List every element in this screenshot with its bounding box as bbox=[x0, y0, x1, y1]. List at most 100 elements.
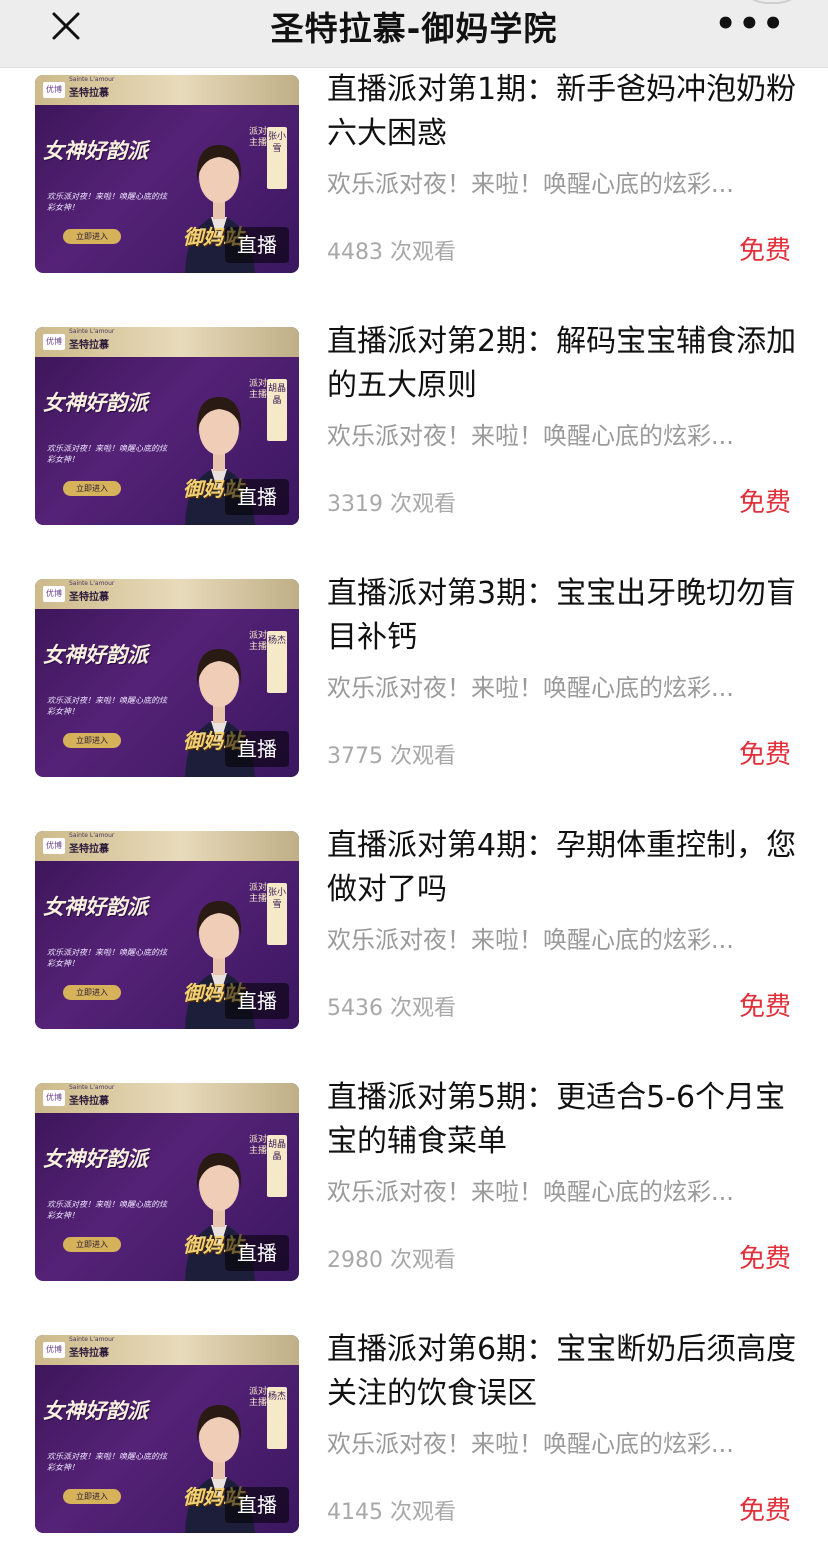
course-thumbnail: 优博 Sainte L'amour 圣特拉慕 女神好韵派 欢乐派对夜！来啦！唤醒… bbox=[35, 327, 299, 525]
brand-name: 圣特拉慕 bbox=[69, 844, 109, 855]
host-label: 派对主播 bbox=[249, 1135, 268, 1156]
course-meta: 3775 次观看 免费 bbox=[327, 738, 791, 770]
host-name: 胡晶晶 bbox=[267, 1135, 287, 1197]
enter-badge: 立即进入 bbox=[63, 229, 121, 244]
list-item[interactable]: 优博 Sainte L'amour 圣特拉慕 女神好韵派 欢乐派对夜！来啦！唤醒… bbox=[0, 320, 828, 572]
brand-subtitle: Sainte L'amour bbox=[69, 580, 115, 587]
course-thumbnail: 优博 Sainte L'amour 圣特拉慕 女神好韵派 欢乐派对夜！来啦！唤醒… bbox=[35, 831, 299, 1029]
course-thumbnail: 优博 Sainte L'amour 圣特拉慕 女神好韵派 欢乐派对夜！来啦！唤醒… bbox=[35, 1335, 299, 1533]
brand-subtitle: Sainte L'amour bbox=[69, 76, 115, 83]
host-label: 派对主播 bbox=[249, 127, 268, 148]
thumb-headline: 女神好韵派 bbox=[43, 895, 148, 919]
course-info: 直播派对第2期：解码宝宝辅食添加的五大原则 欢乐派对夜！来啦！唤醒心底的炫彩..… bbox=[327, 320, 797, 518]
brand-name: 圣特拉慕 bbox=[69, 88, 109, 99]
live-tag: 直播 bbox=[225, 1235, 289, 1271]
host-label: 派对主播 bbox=[249, 379, 268, 400]
course-meta: 4145 次观看 免费 bbox=[327, 1494, 791, 1526]
course-description: 欢乐派对夜！来啦！唤醒心底的炫彩... bbox=[327, 1430, 734, 1458]
enter-badge: 立即进入 bbox=[63, 985, 121, 1000]
course-title: 直播派对第5期：更适合5-6个月宝宝的辅食菜单 bbox=[327, 1080, 786, 1159]
price-badge: 免费 bbox=[738, 1496, 791, 1526]
thumb-headline: 女神好韵派 bbox=[43, 1147, 148, 1171]
course-info: 直播派对第3期：宝宝出牙晚切勿盲目补钙 欢乐派对夜！来啦！唤醒心底的炫彩... … bbox=[327, 572, 797, 770]
view-count: 4483 次观看 bbox=[327, 240, 456, 265]
thumb-slogan: 欢乐派对夜！来啦！唤醒心底的炫彩女神！ bbox=[47, 1200, 167, 1220]
list-item[interactable]: 优博 Sainte L'amour 圣特拉慕 女神好韵派 欢乐派对夜！来啦！唤醒… bbox=[0, 1328, 828, 1541]
host-name: 张小雪 bbox=[267, 883, 287, 945]
thumb-slogan: 欢乐派对夜！来啦！唤醒心底的炫彩女神！ bbox=[47, 1452, 167, 1472]
brand-logo: 优博 bbox=[43, 334, 65, 350]
host-label: 派对主播 bbox=[249, 883, 268, 904]
live-tag: 直播 bbox=[225, 479, 289, 515]
course-description: 欢乐派对夜！来啦！唤醒心底的炫彩... bbox=[327, 674, 734, 702]
enter-badge: 立即进入 bbox=[63, 481, 121, 496]
view-count: 2980 次观看 bbox=[327, 1248, 456, 1273]
course-description: 欢乐派对夜！来啦！唤醒心底的炫彩... bbox=[327, 170, 734, 198]
host-label: 派对主播 bbox=[249, 1387, 268, 1408]
brand-name: 圣特拉慕 bbox=[69, 340, 109, 351]
page-title: 圣特拉慕-御妈学院 bbox=[270, 9, 558, 48]
brand-logo: 优博 bbox=[43, 586, 65, 602]
thumb-slogan: 欢乐派对夜！来啦！唤醒心底的炫彩女神！ bbox=[47, 948, 167, 968]
price-badge: 免费 bbox=[738, 1244, 791, 1274]
course-description: 欢乐派对夜！来啦！唤醒心底的炫彩... bbox=[327, 926, 734, 954]
course-description: 欢乐派对夜！来啦！唤醒心底的炫彩... bbox=[327, 1178, 734, 1206]
course-title: 直播派对第2期：解码宝宝辅食添加的五大原则 bbox=[327, 324, 797, 403]
price-badge: 免费 bbox=[738, 992, 791, 1022]
brand-subtitle: Sainte L'amour bbox=[69, 1336, 115, 1343]
course-info: 直播派对第5期：更适合5-6个月宝宝的辅食菜单 欢乐派对夜！来啦！唤醒心底的炫彩… bbox=[327, 1076, 797, 1274]
course-title: 直播派对第3期：宝宝出牙晚切勿盲目补钙 bbox=[327, 576, 797, 655]
brand-subtitle: Sainte L'amour bbox=[69, 1084, 115, 1091]
brand-logo: 优博 bbox=[43, 838, 65, 854]
brand-logo: 优博 bbox=[43, 1342, 65, 1358]
enter-badge: 立即进入 bbox=[63, 1237, 121, 1252]
host-name: 张小雪 bbox=[267, 127, 287, 189]
thumb-slogan: 欢乐派对夜！来啦！唤醒心底的炫彩女神！ bbox=[47, 192, 167, 212]
brand-subtitle: Sainte L'amour bbox=[69, 832, 115, 839]
list-item[interactable]: 优博 Sainte L'amour 圣特拉慕 女神好韵派 欢乐派对夜！来啦！唤醒… bbox=[0, 1076, 828, 1328]
course-title: 直播派对第4期：孕期体重控制，您做对了吗 bbox=[327, 828, 797, 907]
thumb-headline: 女神好韵派 bbox=[43, 139, 148, 163]
brand-subtitle: Sainte L'amour bbox=[69, 328, 115, 335]
view-count: 5436 次观看 bbox=[327, 996, 456, 1021]
enter-badge: 立即进入 bbox=[63, 1489, 121, 1504]
course-title: 直播派对第6期：宝宝断奶后须高度关注的饮食误区 bbox=[327, 1332, 797, 1411]
host-name: 杨杰 bbox=[267, 1387, 287, 1449]
view-count: 3319 次观看 bbox=[327, 492, 456, 517]
course-thumbnail: 优博 Sainte L'amour 圣特拉慕 女神好韵派 欢乐派对夜！来啦！唤醒… bbox=[35, 75, 299, 273]
enter-badge: 立即进入 bbox=[63, 733, 121, 748]
price-badge: 免费 bbox=[738, 236, 791, 266]
live-tag: 直播 bbox=[225, 1487, 289, 1523]
live-tag: 直播 bbox=[225, 731, 289, 767]
course-meta: 5436 次观看 免费 bbox=[327, 990, 791, 1022]
thumb-slogan: 欢乐派对夜！来啦！唤醒心底的炫彩女神！ bbox=[47, 696, 167, 716]
course-info: 直播派对第6期：宝宝断奶后须高度关注的饮食误区 欢乐派对夜！来啦！唤醒心底的炫彩… bbox=[327, 1328, 797, 1526]
list-item[interactable]: 优博 Sainte L'amour 圣特拉慕 女神好韵派 欢乐派对夜！来啦！唤醒… bbox=[0, 572, 828, 824]
live-tag: 直播 bbox=[225, 227, 289, 263]
course-title: 直播派对第1期：新手爸妈冲泡奶粉六大困惑 bbox=[327, 72, 797, 151]
brand-logo: 优博 bbox=[43, 1090, 65, 1106]
live-tag: 直播 bbox=[225, 983, 289, 1019]
course-meta: 3319 次观看 免费 bbox=[327, 486, 791, 518]
course-info: 直播派对第4期：孕期体重控制，您做对了吗 欢乐派对夜！来啦！唤醒心底的炫彩...… bbox=[327, 824, 797, 1022]
course-meta: 2980 次观看 免费 bbox=[327, 1242, 791, 1274]
view-count: 3775 次观看 bbox=[327, 744, 456, 769]
brand-name: 圣特拉慕 bbox=[69, 592, 109, 603]
more-icon[interactable]: ••• bbox=[715, 4, 786, 44]
thumb-headline: 女神好韵派 bbox=[43, 1399, 148, 1423]
brand-name: 圣特拉慕 bbox=[69, 1096, 109, 1107]
price-badge: 免费 bbox=[738, 488, 791, 518]
nav-bar: 圣特拉慕-御妈学院 ••• bbox=[0, 0, 828, 68]
course-meta: 4483 次观看 免费 bbox=[327, 234, 791, 266]
thumb-headline: 女神好韵派 bbox=[43, 391, 148, 415]
view-count: 4145 次观看 bbox=[327, 1500, 456, 1525]
host-name: 胡晶晶 bbox=[267, 379, 287, 441]
course-thumbnail: 优博 Sainte L'amour 圣特拉慕 女神好韵派 欢乐派对夜！来啦！唤醒… bbox=[35, 579, 299, 777]
list-item[interactable]: 优博 Sainte L'amour 圣特拉慕 女神好韵派 欢乐派对夜！来啦！唤醒… bbox=[0, 68, 828, 320]
host-name: 杨杰 bbox=[267, 631, 287, 693]
thumb-slogan: 欢乐派对夜！来啦！唤醒心底的炫彩女神！ bbox=[47, 444, 167, 464]
price-badge: 免费 bbox=[738, 740, 791, 770]
list-item[interactable]: 优博 Sainte L'amour 圣特拉慕 女神好韵派 欢乐派对夜！来啦！唤醒… bbox=[0, 824, 828, 1076]
course-description: 欢乐派对夜！来啦！唤醒心底的炫彩... bbox=[327, 422, 734, 450]
brand-name: 圣特拉慕 bbox=[69, 1348, 109, 1359]
